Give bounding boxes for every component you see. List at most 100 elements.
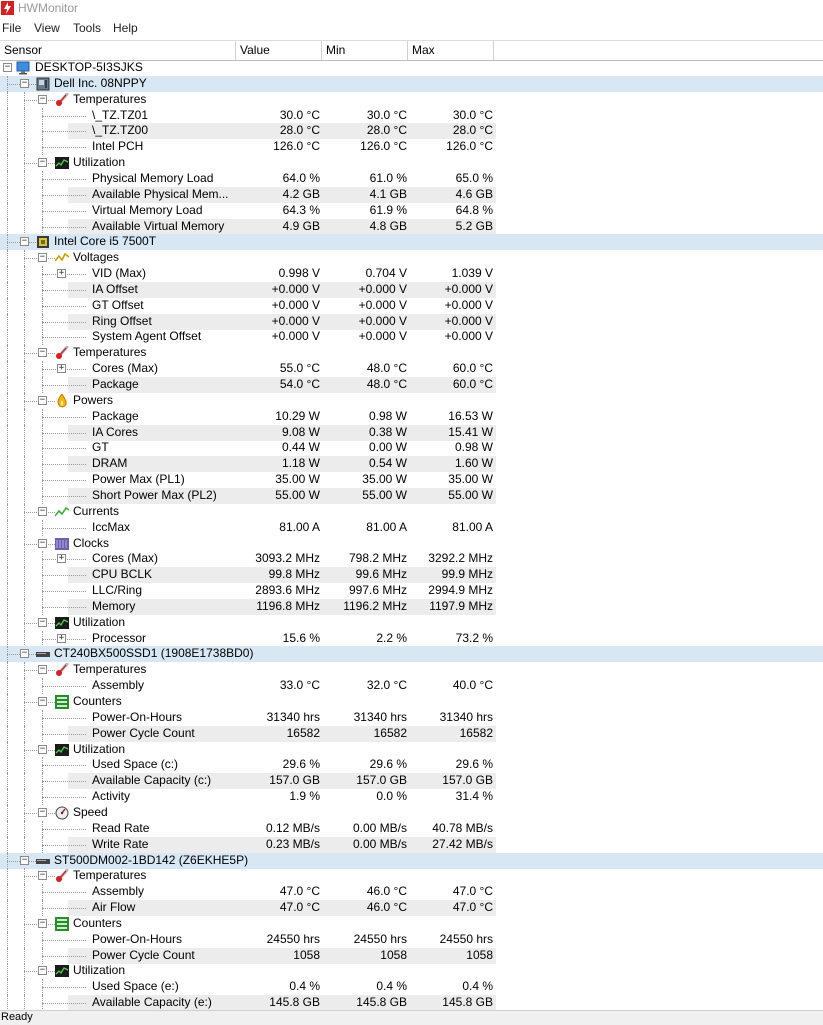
expand-icon[interactable]: + bbox=[57, 633, 66, 643]
sensor-row[interactable]: IccMax 81.00 A 81.00 A 81.00 A bbox=[0, 519, 823, 536]
collapse-icon[interactable]: − bbox=[3, 63, 12, 72]
expand-icon[interactable]: + bbox=[57, 554, 66, 564]
sensor-row[interactable]: Activity 1.9 % 0.0 % 31.4 % bbox=[0, 789, 823, 806]
column-value[interactable]: Value bbox=[236, 41, 322, 60]
collapse-icon[interactable]: − bbox=[38, 966, 47, 976]
sensor-row[interactable]: Physical Memory Load 64.0 % 61.0 % 65.0 % bbox=[0, 170, 823, 187]
column-min[interactable]: Min bbox=[322, 41, 408, 60]
sensor-row[interactable]: Available Capacity (c:) 157.0 GB 157.0 GB 1… bbox=[0, 773, 823, 790]
device-row[interactable]: − Dell Inc. 08NPPY bbox=[0, 75, 823, 92]
sensor-max: 31.4 % bbox=[455, 789, 493, 804]
collapse-icon[interactable]: − bbox=[38, 744, 47, 754]
collapse-icon[interactable]: − bbox=[38, 253, 47, 263]
sensor-group-row[interactable]: − Clocks bbox=[0, 535, 823, 552]
collapse-icon[interactable]: − bbox=[20, 237, 29, 247]
menu-tools[interactable]: Tools bbox=[73, 21, 101, 35]
collapse-icon[interactable]: − bbox=[38, 918, 47, 928]
collapse-icon[interactable]: − bbox=[38, 617, 47, 627]
tree-connector bbox=[7, 947, 8, 964]
collapse-icon[interactable]: − bbox=[38, 697, 47, 706]
sensor-row[interactable]: GT 0.44 W 0.00 W 0.98 W bbox=[0, 440, 823, 457]
sensor-row[interactable]: + Cores (Max) 3093.2 MHz 798.2 MHz 3292.2 MH… bbox=[0, 551, 823, 568]
sensor-row[interactable]: DRAM 1.18 W 0.54 W 1.60 W bbox=[0, 456, 823, 473]
collapse-icon[interactable]: − bbox=[20, 855, 29, 865]
sensor-tree[interactable]: − DESKTOP-5I3SJKS − Dell Inc. 08NPPY − Temper… bbox=[0, 60, 823, 1010]
column-max[interactable]: Max bbox=[408, 41, 494, 60]
sensor-row[interactable]: CPU BCLK 99.8 MHz 99.6 MHz 99.9 MHz bbox=[0, 567, 823, 584]
menu-help[interactable]: Help bbox=[113, 21, 138, 35]
sensor-row[interactable]: Power-On-Hours 24550 hrs 24550 hrs 24550 hr… bbox=[0, 931, 823, 948]
tree-connector bbox=[42, 717, 86, 719]
sensor-group-row[interactable]: − Temperatures bbox=[0, 662, 823, 679]
collapse-icon[interactable]: − bbox=[38, 94, 47, 104]
sensor-row[interactable]: IA Offset +0.000 V +0.000 V +0.000 V bbox=[0, 281, 823, 298]
root-row[interactable]: − DESKTOP-5I3SJKS bbox=[0, 60, 823, 76]
sensor-row[interactable]: Available Physical Mem... 4.2 GB 4.1 GB 4.6… bbox=[0, 186, 823, 203]
collapse-icon[interactable]: − bbox=[38, 871, 47, 881]
menu-file[interactable]: File bbox=[2, 21, 21, 35]
collapse-icon[interactable]: − bbox=[38, 158, 47, 168]
expand-icon[interactable]: + bbox=[57, 269, 66, 279]
collapse-icon[interactable]: − bbox=[38, 395, 47, 405]
menu-view[interactable]: View bbox=[34, 21, 60, 35]
sensor-row[interactable]: + VID (Max) 0.998 V 0.704 V 1.039 V bbox=[0, 266, 823, 283]
sensor-row[interactable]: Power Cycle Count 16582 16582 16582 bbox=[0, 725, 823, 742]
sensor-row[interactable]: Package 54.0 °C 48.0 °C 60.0 °C bbox=[0, 377, 823, 393]
tree-connector bbox=[42, 432, 86, 434]
sensor-row[interactable]: Virtual Memory Load 64.3 % 61.9 % 64.8 % bbox=[0, 202, 823, 219]
sensor-row[interactable]: Assembly 47.0 °C 46.0 °C 47.0 °C bbox=[0, 884, 823, 901]
sensor-row[interactable]: Package 10.29 W 0.98 W 16.53 W bbox=[0, 408, 823, 425]
sensor-group-row[interactable]: − Temperatures bbox=[0, 91, 823, 108]
device-row[interactable]: − ST500DM002-1BD142 (Z6EKHE5P) bbox=[0, 852, 823, 869]
sensor-row[interactable]: Power Max (PL1) 35.00 W 35.00 W 35.00 W bbox=[0, 472, 823, 489]
sensor-row[interactable]: Short Power Max (PL2) 55.00 W 55.00 W 55.00… bbox=[0, 487, 823, 504]
sensor-row[interactable]: GT Offset +0.000 V +0.000 V +0.000 V bbox=[0, 297, 823, 314]
collapse-icon[interactable]: − bbox=[38, 506, 47, 516]
sensor-row[interactable]: \_TZ.TZ01 30.0 °C 30.0 °C 30.0 °C bbox=[0, 107, 823, 124]
sensor-group-row[interactable]: − Speed bbox=[0, 804, 823, 821]
sensor-group-row[interactable]: − Counters bbox=[0, 694, 823, 710]
collapse-icon[interactable]: − bbox=[38, 538, 47, 548]
expand-icon[interactable]: + bbox=[57, 364, 66, 374]
sensor-group-row[interactable]: − Powers bbox=[0, 392, 823, 409]
sensor-row[interactable]: LLC/Ring 2893.6 MHz 997.6 MHz 2994.9 MHz bbox=[0, 583, 823, 600]
sensor-value: 30.0 °C bbox=[279, 107, 320, 122]
sensor-group-row[interactable]: − Utilization bbox=[0, 614, 823, 631]
sensor-row[interactable]: Used Space (c:) 29.6 % 29.6 % 29.6 % bbox=[0, 757, 823, 774]
sensor-row[interactable]: + Cores (Max) 55.0 °C 48.0 °C 60.0 °C bbox=[0, 361, 823, 378]
column-sensor[interactable]: Sensor bbox=[0, 41, 236, 60]
sensor-row[interactable]: Ring Offset +0.000 V +0.000 V +0.000 V bbox=[0, 313, 823, 330]
device-row[interactable]: − Intel Core i5 7500T bbox=[0, 234, 823, 251]
sensor-group-row[interactable]: − Utilization bbox=[0, 963, 823, 980]
tree-connector bbox=[24, 995, 25, 1010]
tree-connector bbox=[7, 709, 8, 726]
collapse-icon[interactable]: − bbox=[38, 807, 47, 817]
sensor-group-row[interactable]: − Voltages bbox=[0, 250, 823, 267]
sensor-group-row[interactable]: − Currents bbox=[0, 503, 823, 520]
collapse-icon[interactable]: − bbox=[20, 649, 29, 659]
device-row[interactable]: − CT240BX500SSD1 (1908E1738BD0) bbox=[0, 646, 823, 663]
sensor-row[interactable]: + Processor 15.6 % 2.2 % 73.2 % bbox=[0, 630, 823, 647]
sensor-group-row[interactable]: − Temperatures bbox=[0, 345, 823, 362]
sensor-row[interactable]: Available Virtual Memory 4.9 GB 4.8 GB 5.2 … bbox=[0, 218, 823, 235]
collapse-icon[interactable]: − bbox=[20, 78, 29, 88]
sensor-row[interactable]: Power Cycle Count 1058 1058 1058 bbox=[0, 947, 823, 964]
sensor-row[interactable]: Assembly 33.0 °C 32.0 °C 40.0 °C bbox=[0, 678, 823, 695]
sensor-row[interactable]: Read Rate 0.12 MB/s 0.00 MB/s 40.78 MB/s bbox=[0, 820, 823, 837]
sensor-row[interactable]: System Agent Offset +0.000 V +0.000 V +0.00… bbox=[0, 329, 823, 346]
sensor-group-row[interactable]: − Counters bbox=[0, 915, 823, 932]
sensor-row[interactable]: Used Space (e:) 0.4 % 0.4 % 0.4 % bbox=[0, 979, 823, 996]
collapse-icon[interactable]: − bbox=[38, 665, 47, 675]
sensor-row[interactable]: Available Capacity (e:) 145.8 GB 145.8 GB 1… bbox=[0, 995, 823, 1010]
sensor-row[interactable]: Power-On-Hours 31340 hrs 31340 hrs 31340 hr… bbox=[0, 709, 823, 726]
sensor-group-row[interactable]: − Utilization bbox=[0, 741, 823, 758]
sensor-group-row[interactable]: − Temperatures bbox=[0, 868, 823, 885]
sensor-row[interactable]: Intel PCH 126.0 °C 126.0 °C 126.0 °C bbox=[0, 139, 823, 156]
sensor-row[interactable]: Air Flow 47.0 °C 46.0 °C 47.0 °C bbox=[0, 900, 823, 917]
sensor-group-row[interactable]: − Utilization bbox=[0, 155, 823, 172]
sensor-row[interactable]: Write Rate 0.23 MB/s 0.00 MB/s 27.42 MB/s bbox=[0, 836, 823, 853]
sensor-row[interactable]: \_TZ.TZ00 28.0 °C 28.0 °C 28.0 °C bbox=[0, 123, 823, 140]
sensor-row[interactable]: IA Cores 9.08 W 0.38 W 15.41 W bbox=[0, 424, 823, 441]
collapse-icon[interactable]: − bbox=[38, 348, 47, 358]
sensor-row[interactable]: Memory 1196.8 MHz 1196.2 MHz 1197.9 MHz bbox=[0, 598, 823, 615]
